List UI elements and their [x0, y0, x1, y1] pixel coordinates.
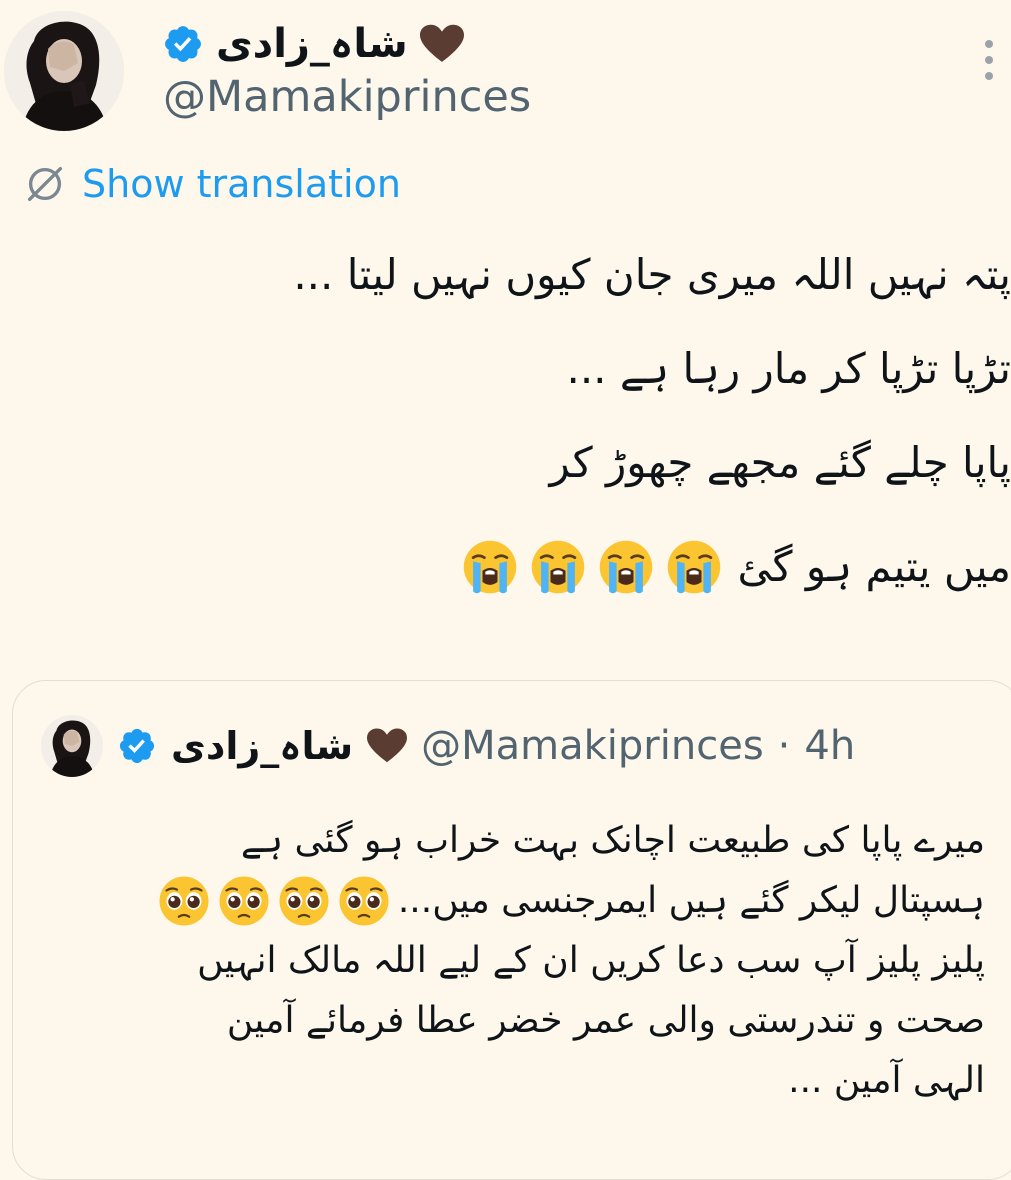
tweet-line: پتہ نہیں اللہ میری جان کیوں نہیں لیتا ..…: [31, 250, 1011, 300]
show-translation-label[interactable]: Show translation: [82, 162, 401, 206]
author-avatar[interactable]: [4, 11, 124, 131]
quoted-line-text: صحت و تندرستی والی عمر خضر عطا فرمائے آم…: [227, 991, 985, 1051]
tweet-text: پتہ نہیں اللہ میری جان کیوں نہیں لیتا ..…: [31, 250, 1011, 646]
loudly-crying-face-icon: [664, 537, 724, 597]
quoted-tweet-line: ہسپتال لیکر گئے ہیں ایمرجنسی میں...: [45, 871, 985, 931]
show-translation-link[interactable]: Show translation: [22, 158, 401, 210]
tweet-line-text: تڑپا تڑپا کر مار رہا ہے ...: [566, 348, 1011, 390]
pleading-face-icon: [276, 873, 332, 929]
tweet-header: شاہ_زادی @Mamakiprinces: [0, 0, 1011, 150]
quoted-tweet-line: صحت و تندرستی والی عمر خضر عطا فرمائے آم…: [45, 991, 985, 1051]
crying-emoji-group: [460, 537, 724, 597]
pleading-face-icon: [336, 873, 392, 929]
tweet-line: پاپا چلے گئے مجھے چھوڑ کر: [31, 438, 1011, 488]
verified-badge-icon: [117, 726, 157, 766]
more-options-button[interactable]: [983, 40, 995, 80]
quoted-author-handle: @Mamakiprinces: [421, 723, 764, 769]
quoted-tweet-header: شاہ_زادی @Mamakiprinces · 4h: [41, 713, 855, 779]
brown-heart-icon: [420, 24, 464, 64]
quoted-author-name: شاہ_زادی: [171, 724, 353, 768]
author-handle[interactable]: @Mamakiprinces: [163, 74, 531, 121]
quoted-tweet-line: پلیز پلیز آپ سب دعا کریں ان کے لیے اللہ …: [45, 931, 985, 991]
tweet-line: میں یتیم ہو گئ: [31, 532, 1011, 602]
author-display-name[interactable]: شاہ_زادی: [216, 24, 408, 64]
loudly-crying-face-icon: [528, 537, 588, 597]
more-dot-icon: [985, 40, 993, 48]
tweet-line-text: پتہ نہیں اللہ میری جان کیوں نہیں لیتا ..…: [293, 254, 1011, 296]
tweet-line-text: پاپا چلے گئے مجھے چھوڑ کر: [549, 442, 1011, 484]
quoted-line-text: الہی آمین ...: [788, 1051, 985, 1111]
pleading-face-icon: [156, 873, 212, 929]
separator-dot: ·: [778, 723, 791, 769]
quoted-author-avatar[interactable]: [41, 715, 103, 777]
tweet-line: تڑپا تڑپا کر مار رہا ہے ...: [31, 344, 1011, 394]
pleading-emoji-group: [156, 873, 392, 929]
translate-globe-icon: [22, 161, 68, 207]
author-name-row: شاہ_زادی: [162, 18, 464, 70]
loudly-crying-face-icon: [596, 537, 656, 597]
tweet-line-text: میں یتیم ہو گئ: [738, 546, 1011, 588]
verified-badge-icon: [162, 23, 204, 65]
quoted-tweet-time: 4h: [804, 723, 855, 769]
quoted-line-text: ہسپتال لیکر گئے ہیں ایمرجنسی میں...: [398, 871, 985, 931]
quoted-tweet-line: الہی آمین ...: [45, 1051, 985, 1111]
quoted-tweet-line: میرے پاپا کی طبیعت اچانک بہت خراب ہو گئی…: [45, 811, 985, 871]
quoted-tweet-card[interactable]: شاہ_زادی @Mamakiprinces · 4h میرے پاپا ک…: [12, 680, 1011, 1180]
quoted-line-text: میرے پاپا کی طبیعت اچانک بہت خراب ہو گئی…: [241, 811, 985, 871]
more-dot-icon: [985, 72, 993, 80]
pleading-face-icon: [216, 873, 272, 929]
quoted-line-text: پلیز پلیز آپ سب دعا کریں ان کے لیے اللہ …: [197, 931, 985, 991]
quoted-tweet-text: میرے پاپا کی طبیعت اچانک بہت خراب ہو گئی…: [45, 811, 985, 1111]
brown-heart-icon: [367, 728, 407, 764]
loudly-crying-face-icon: [460, 537, 520, 597]
more-dot-icon: [985, 56, 993, 64]
